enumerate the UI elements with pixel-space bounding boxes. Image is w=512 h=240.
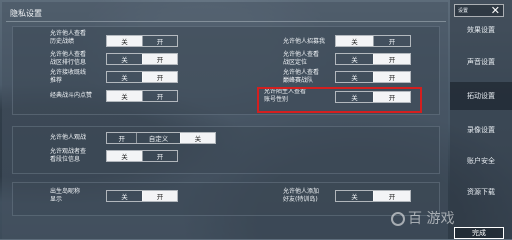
option-off[interactable]: 关 xyxy=(107,151,142,161)
toggle-history[interactable]: 关 开 xyxy=(106,35,178,47)
row-label-addfriend: 允许他人添加 好友(特训岛) xyxy=(283,188,320,203)
settings-panel: 隐私设置 允许他人查看 历史战绩 关 开 允许他人查看 战区排行信息 关 开 允许接… xyxy=(2,2,448,239)
toggle-recommend[interactable]: 关 开 xyxy=(106,71,178,83)
nav-item-replay[interactable]: 录像设置 xyxy=(450,116,512,144)
option-custom[interactable]: 自定义 xyxy=(136,133,179,143)
option-off[interactable]: 关 xyxy=(107,36,142,46)
option-open[interactable]: 开 xyxy=(107,133,136,143)
row-label-spectator-rank: 允许观战者查 看段位信息 xyxy=(50,148,87,163)
nav-item-download[interactable]: 资源下载 xyxy=(450,178,512,206)
option-on[interactable]: 开 xyxy=(141,72,177,82)
toggle-recruit[interactable]: 关 开 xyxy=(335,35,411,47)
row-label-like: 经典战斗内点赞 xyxy=(50,92,93,99)
toggle-birth[interactable]: 关 开 xyxy=(106,190,178,202)
toggle-team[interactable]: 关 开 xyxy=(335,71,411,83)
option-on[interactable]: 开 xyxy=(141,54,177,64)
toggle-like[interactable]: 关 开 xyxy=(106,90,178,102)
nav-item-sound[interactable]: 声音设置 xyxy=(450,48,512,76)
row-label-team: 允许他人查看 巅峰赛战队 xyxy=(283,69,320,84)
close-icon[interactable]: ✕ xyxy=(491,5,500,16)
toggle-spectate[interactable]: 开 自定义 关 xyxy=(106,132,216,144)
option-off[interactable]: 关 xyxy=(107,191,142,201)
option-on[interactable]: 开 xyxy=(372,36,410,46)
row-label-location: 允许他人查看 战区定位 xyxy=(283,51,320,66)
option-off[interactable]: 关 xyxy=(107,91,142,101)
settings-header: 设置 ✕ xyxy=(454,4,504,17)
toggle-location[interactable]: 关 开 xyxy=(335,53,411,65)
watermark: 百 游戏 xyxy=(408,211,455,227)
row-label-spectate: 允许他人观战 xyxy=(50,134,87,141)
option-off[interactable]: 关 xyxy=(107,54,142,64)
option-off[interactable]: 关 xyxy=(336,54,373,64)
option-on[interactable]: 开 xyxy=(141,91,177,101)
nav-item-effects[interactable]: 效果设置 xyxy=(450,16,512,44)
nav-item-account[interactable]: 账户安全 xyxy=(450,147,512,175)
option-on[interactable]: 开 xyxy=(141,151,177,161)
row-label-recruit: 允许他人招募我 xyxy=(283,38,326,45)
settings-header-label: 设置 xyxy=(458,8,469,14)
row-label-birth: 出生岛昵称 显示 xyxy=(50,188,81,203)
option-off[interactable]: 关 xyxy=(336,191,373,201)
option-on[interactable]: 开 xyxy=(372,54,410,64)
option-on[interactable]: 开 xyxy=(372,72,410,82)
option-on[interactable]: 开 xyxy=(141,36,177,46)
row-label-history: 允许他人查看 历史战绩 xyxy=(50,30,87,45)
nav-item-drag[interactable]: 拓动设置 xyxy=(450,82,512,110)
done-button[interactable]: 完成 xyxy=(454,227,504,239)
option-off[interactable]: 关 xyxy=(336,72,373,82)
settings-sidebar: 效果设置 声音设置 拓动设置 录像设置 账户安全 资源下载 xyxy=(450,0,512,239)
toggle-addfriend[interactable]: 关 开 xyxy=(335,190,411,202)
page-title: 隐私设置 xyxy=(10,9,42,18)
option-off[interactable]: 关 xyxy=(336,36,373,46)
toggle-spectator-rank[interactable]: 关 开 xyxy=(106,150,178,162)
option-close[interactable]: 关 xyxy=(179,133,215,143)
row-label-recommend: 允许接收既线 推荐 xyxy=(50,69,87,84)
highlight-box xyxy=(257,87,422,113)
option-off[interactable]: 关 xyxy=(107,72,142,82)
option-on[interactable]: 开 xyxy=(141,191,177,201)
toggle-rank[interactable]: 关 开 xyxy=(106,53,178,65)
watermark-logo-icon xyxy=(391,212,405,226)
option-on[interactable]: 开 xyxy=(372,191,410,201)
row-label-rank: 允许他人查看 战区排行信息 xyxy=(50,51,87,66)
divider xyxy=(6,21,446,22)
